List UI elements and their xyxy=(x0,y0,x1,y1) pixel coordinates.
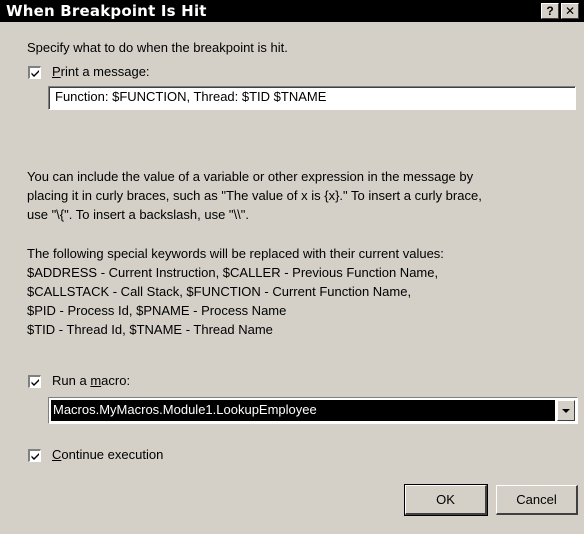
help-button[interactable]: ? xyxy=(541,3,559,19)
macro-selected-value: Macros.MyMacros.Module1.LookupEmployee xyxy=(51,400,555,421)
print-message-accel: P xyxy=(52,64,61,79)
keywords-line: The following special keywords will be r… xyxy=(27,246,444,261)
help-line: use "\{". To insert a backslash, use "\\… xyxy=(27,207,249,222)
breakpoint-dialog: When Breakpoint Is Hit ? ✕ Specify what … xyxy=(0,0,584,534)
close-button[interactable]: ✕ xyxy=(561,3,579,19)
chevron-down-icon xyxy=(562,409,570,413)
continue-execution-checkbox[interactable] xyxy=(28,449,41,462)
keywords-line: $CALLSTACK - Call Stack, $FUNCTION - Cur… xyxy=(27,284,412,299)
message-input[interactable]: Function: $FUNCTION, Thread: $TID $TNAME xyxy=(48,86,576,110)
window-title: When Breakpoint Is Hit xyxy=(6,2,207,20)
run-macro-checkbox[interactable] xyxy=(28,375,41,388)
run-macro-label-post: acro: xyxy=(101,373,131,388)
checkmark-icon xyxy=(31,70,39,77)
checkmark-icon xyxy=(31,453,39,460)
ok-button[interactable]: OK xyxy=(404,484,488,516)
run-macro-accel: m xyxy=(90,373,102,388)
run-macro-label[interactable]: Run a macro: xyxy=(52,373,130,388)
title-bar[interactable]: When Breakpoint Is Hit ? ✕ xyxy=(0,0,584,22)
dropdown-button[interactable] xyxy=(557,400,575,421)
continue-execution-label-post: ontinue execution xyxy=(61,447,164,462)
checkmark-icon xyxy=(31,379,39,386)
continue-execution-label[interactable]: Continue execution xyxy=(52,447,163,462)
help-line: You can include the value of a variable … xyxy=(27,169,474,184)
keywords-line: $ADDRESS - Current Instruction, $CALLER … xyxy=(27,265,439,280)
macro-dropdown[interactable]: Macros.MyMacros.Module1.LookupEmployee xyxy=(48,397,578,424)
print-message-label[interactable]: Print a message: xyxy=(52,64,150,79)
continue-execution-accel: C xyxy=(52,447,62,462)
keywords-line: $TID - Thread Id, $TNAME - Thread Name xyxy=(27,322,273,337)
print-message-checkbox[interactable] xyxy=(28,66,41,79)
cancel-button[interactable]: Cancel xyxy=(496,485,578,515)
keywords-line: $PID - Process Id, $PNAME - Process Name xyxy=(27,303,287,318)
help-line: placing it in curly braces, such as "The… xyxy=(27,188,482,203)
intro-text: Specify what to do when the breakpoint i… xyxy=(27,40,288,55)
run-macro-label-pre: Run a xyxy=(52,373,91,388)
print-message-label-post: rint a message: xyxy=(60,64,150,79)
